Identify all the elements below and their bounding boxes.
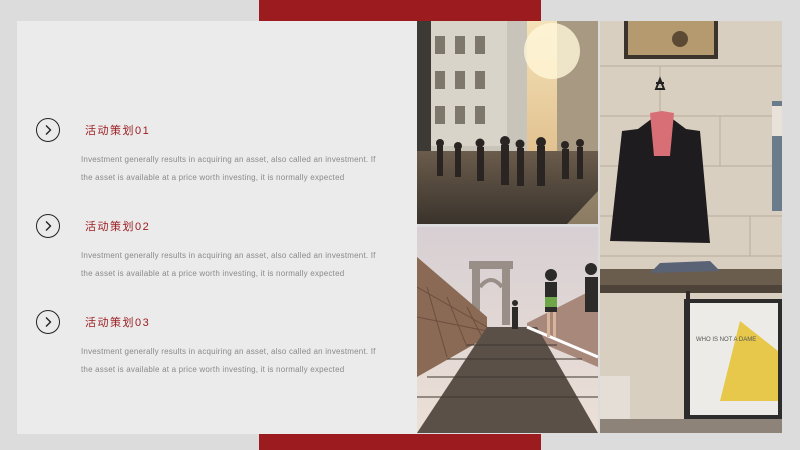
bottom-accent-bar — [259, 434, 541, 450]
chevron-right-icon — [36, 118, 60, 142]
chevron-right-icon — [36, 310, 60, 334]
poster-text: WHO IS NOT A DAME — [696, 337, 756, 343]
city-street-photo — [417, 21, 598, 224]
item-title: 活动策划01 — [85, 125, 151, 137]
item-title: 活动策划02 — [85, 221, 151, 233]
item-description: Investment generally results in acquirin… — [81, 155, 376, 182]
item-description: Investment generally results in acquirin… — [81, 347, 376, 374]
bridge-walkway-photo — [417, 227, 598, 433]
content-panel: 活动策划01 Investment generally results in a… — [17, 21, 417, 434]
item-title: 活动策划03 — [85, 317, 151, 329]
item-description: Investment generally results in acquirin… — [81, 251, 376, 278]
top-accent-bar — [259, 0, 541, 21]
shop-interior-photo: WHO IS NOT A DAME — [600, 21, 782, 433]
chevron-right-icon — [36, 214, 60, 238]
